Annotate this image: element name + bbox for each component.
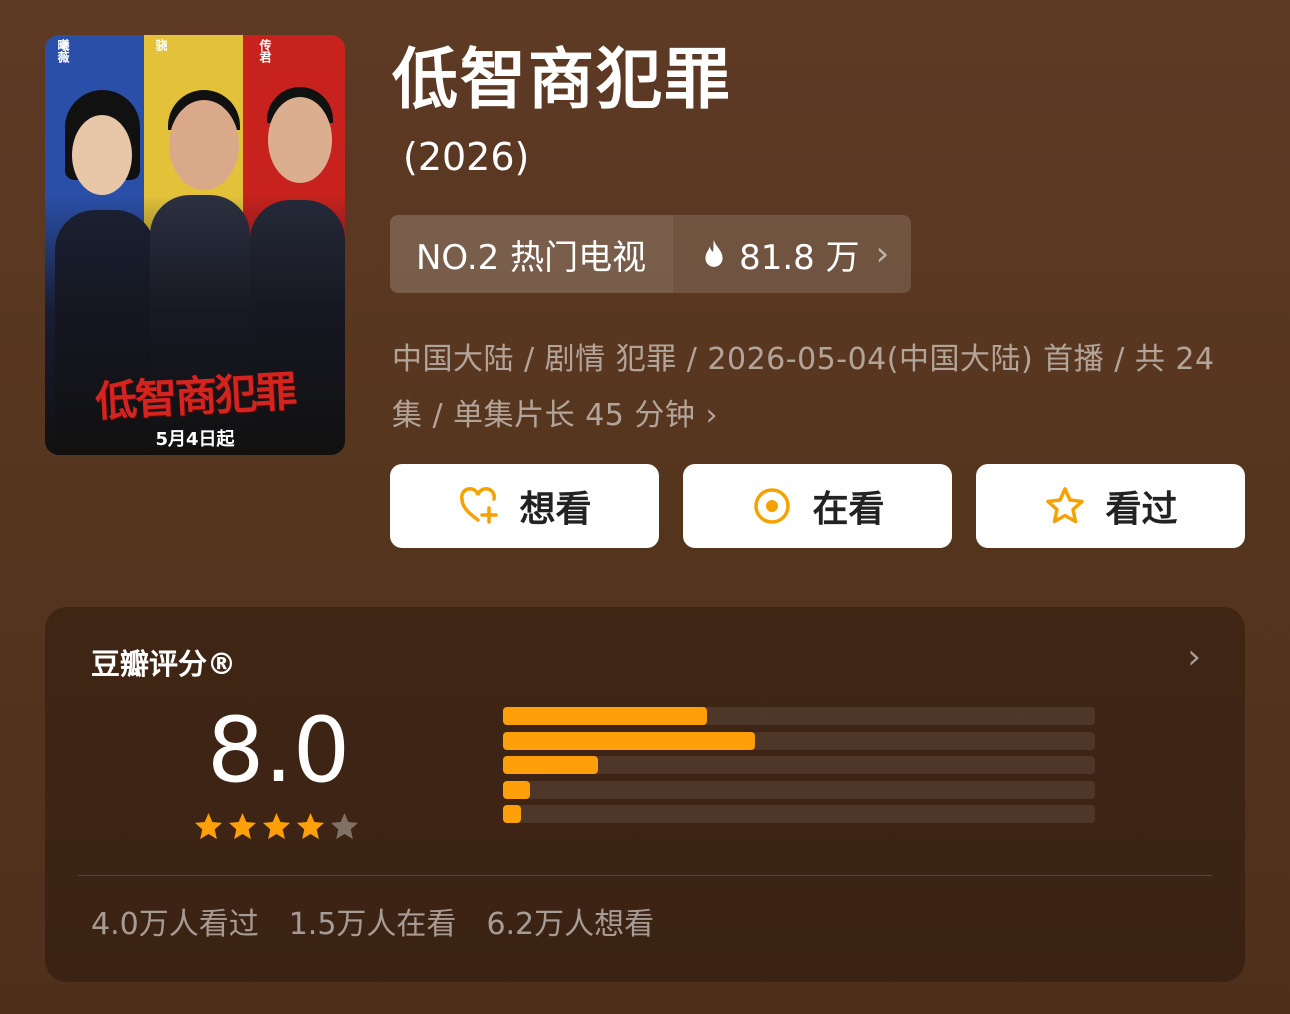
star-filled-icon bbox=[262, 812, 291, 840]
want-to-watch-label: 想看 bbox=[519, 489, 592, 530]
poster-figure bbox=[169, 100, 239, 190]
rating-bar-fill bbox=[503, 756, 598, 774]
rating-bar-fill bbox=[503, 731, 755, 750]
rating-bar-track bbox=[503, 805, 1095, 823]
rating-bar-fill bbox=[503, 805, 521, 823]
chevron-right-icon: › bbox=[875, 234, 890, 274]
watching-count: 1.5万人在看 bbox=[288, 907, 457, 942]
rating-score: 8.0 bbox=[207, 698, 351, 803]
meta-text: 中国大陆 / 剧情 犯罪 / 2026-05-04(中国大陆) 首播 / 共 2… bbox=[392, 342, 1215, 433]
rating-title: 豆瓣评分® bbox=[91, 647, 237, 681]
rank-label: NO.2 热门电视 bbox=[390, 215, 673, 293]
rank-badge[interactable]: NO.2 热门电视 81.8 万 › bbox=[390, 215, 912, 293]
heart-plus-icon bbox=[460, 487, 499, 524]
star-outline-icon bbox=[1046, 487, 1085, 524]
rating-bar-track bbox=[503, 780, 1095, 799]
watching-button[interactable]: 在看 bbox=[683, 464, 952, 548]
poster-date: 5月4日起 bbox=[155, 429, 235, 450]
page-title: 低智商犯罪 bbox=[392, 41, 732, 118]
want-count: 6.2万人想看 bbox=[486, 907, 655, 942]
poster-image[interactable]: 曦薇 骁 传君 低智商犯罪 5月4日起 bbox=[45, 35, 345, 455]
poster-cast-name: 骁 bbox=[154, 39, 168, 51]
star-filled-icon bbox=[194, 812, 223, 840]
star-filled-icon bbox=[296, 812, 325, 840]
chevron-right-icon[interactable]: › bbox=[1187, 637, 1201, 677]
show-meta[interactable]: 中国大陆 / 剧情 犯罪 / 2026-05-04(中国大陆) 首播 / 共 2… bbox=[392, 332, 1242, 444]
heat-value: 81.8 万 bbox=[739, 237, 860, 278]
rating-card[interactable]: 豆瓣评分® › 8.0 4.0万人看过 1.5万人在看 6.2万人想看 bbox=[45, 607, 1245, 982]
star-empty-icon bbox=[330, 812, 359, 840]
divider bbox=[78, 875, 1212, 876]
rating-bar-track bbox=[503, 756, 1095, 774]
rating-stars bbox=[193, 811, 360, 842]
poster-figure bbox=[268, 97, 332, 183]
star-filled-icon bbox=[228, 812, 257, 840]
rating-bar-track bbox=[503, 731, 1095, 750]
watched-count: 4.0万人看过 bbox=[91, 907, 259, 942]
poster-cast-name: 传君 bbox=[258, 39, 272, 63]
target-icon bbox=[754, 488, 791, 524]
chevron-right-icon: › bbox=[705, 398, 718, 433]
poster-figure bbox=[72, 115, 132, 195]
watched-button[interactable]: 看过 bbox=[976, 464, 1245, 548]
watched-label: 看过 bbox=[1105, 489, 1178, 530]
rating-counts: 4.0万人看过 1.5万人在看 6.2万人想看 bbox=[91, 899, 654, 943]
rating-bar-track bbox=[503, 707, 1095, 725]
rating-bar-fill bbox=[503, 707, 708, 725]
flame-icon bbox=[705, 240, 723, 267]
release-year: (2026) bbox=[403, 135, 530, 179]
poster-cast-name: 曦薇 bbox=[56, 39, 70, 63]
rating-bar-fill bbox=[503, 780, 530, 799]
heat-indicator[interactable]: 81.8 万 › bbox=[672, 215, 911, 293]
action-buttons: 想看 在看 看过 bbox=[390, 464, 1245, 548]
want-to-watch-button[interactable]: 想看 bbox=[390, 464, 659, 548]
watching-label: 在看 bbox=[812, 489, 885, 530]
